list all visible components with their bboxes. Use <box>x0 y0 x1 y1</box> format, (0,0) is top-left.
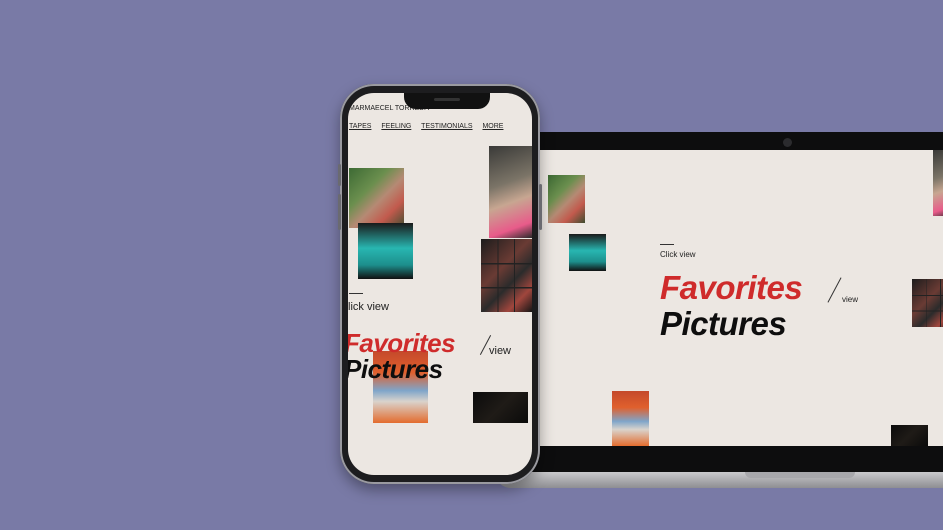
phone-mockup: MARMAECEL TORREDA TAPES FEELING TESTIMON… <box>338 84 542 484</box>
volume-button <box>338 194 341 230</box>
divider-line <box>349 293 363 294</box>
laptop-mockup: Click view Favorites view Pictures <box>495 132 943 492</box>
photo-graduation[interactable] <box>569 234 606 271</box>
divider-line <box>660 244 674 245</box>
nav-feeling[interactable]: FEELING <box>381 123 411 130</box>
nav-tapes[interactable]: TAPES <box>349 123 371 130</box>
click-view-link[interactable]: lick view <box>348 301 389 313</box>
volume-button <box>338 164 341 186</box>
photo-hand[interactable] <box>933 150 943 216</box>
nav-testimonials[interactable]: TESTIMONIALS <box>421 123 472 130</box>
photo-dark[interactable] <box>473 392 528 423</box>
photo-friends-door[interactable] <box>612 391 649 446</box>
photo-collage[interactable] <box>481 239 532 312</box>
power-button <box>539 184 542 230</box>
phone-notch <box>404 93 490 109</box>
laptop-screen: Click view Favorites view Pictures <box>537 150 943 446</box>
title-favorites: Favorites <box>348 328 456 358</box>
site-nav: TAPES FEELING TESTIMONIALS MORE <box>349 123 503 130</box>
title-pictures: Pictures <box>660 305 787 342</box>
view-link[interactable]: view <box>489 345 511 357</box>
speaker-icon <box>434 98 460 101</box>
photo-hand[interactable] <box>489 146 532 238</box>
slash-divider <box>827 277 842 303</box>
photo-collage[interactable] <box>912 279 943 327</box>
camera-icon <box>783 138 792 147</box>
view-link[interactable]: view <box>842 295 858 304</box>
nav-more[interactable]: MORE <box>482 123 503 130</box>
photo-graduation[interactable] <box>358 223 413 279</box>
click-view-link[interactable]: Click view <box>660 250 696 259</box>
laptop-base <box>495 472 943 488</box>
title-pictures: Pictures <box>348 354 443 384</box>
photo-garden[interactable] <box>349 168 404 228</box>
phone-screen: MARMAECEL TORREDA TAPES FEELING TESTIMON… <box>348 93 532 475</box>
title-favorites: Favorites <box>660 269 803 306</box>
photo-dark[interactable] <box>891 425 928 446</box>
photo-garden[interactable] <box>548 175 585 223</box>
laptop-hinge <box>745 472 855 478</box>
